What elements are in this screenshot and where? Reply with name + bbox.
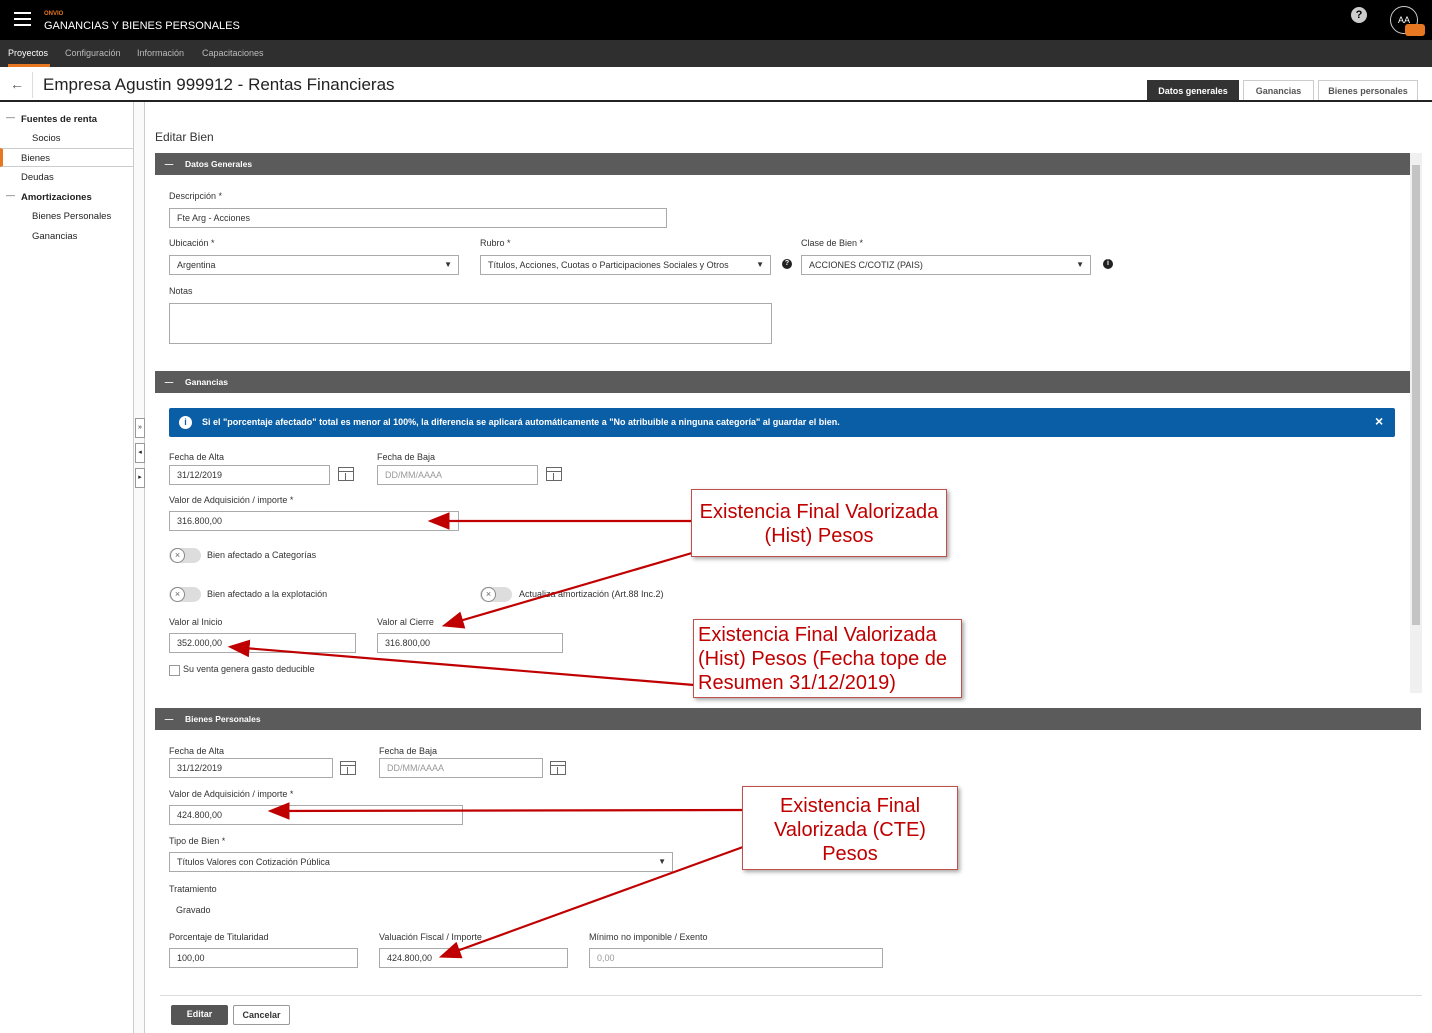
callout-hist-pesos: Existencia Final Valorizada (Hist) Pesos [691,489,947,557]
callout-hist-fecha-tope: Existencia Final Valorizada (Hist) Pesos… [693,619,962,698]
callout-line: (Hist) Pesos (Fecha tope de [698,648,947,670]
callout-line: (Hist) Pesos [764,525,874,547]
callout-cte-pesos: Existencia Final Valorizada (CTE) Pesos [742,786,958,870]
callout-line: Resumen 31/12/2019) [698,672,896,694]
callout-line: Valorizada (CTE) [774,819,926,841]
arrow-2 [441,551,693,629]
arrow-3 [227,639,695,687]
callout-line: Existencia Final Valorizada [698,624,937,646]
callout-line: Existencia Final [779,795,921,817]
callout-line: Existencia Final Valorizada [699,501,939,523]
callout-line: Pesos [822,843,878,865]
arrow-4 [267,802,744,820]
arrow-5 [438,845,744,959]
